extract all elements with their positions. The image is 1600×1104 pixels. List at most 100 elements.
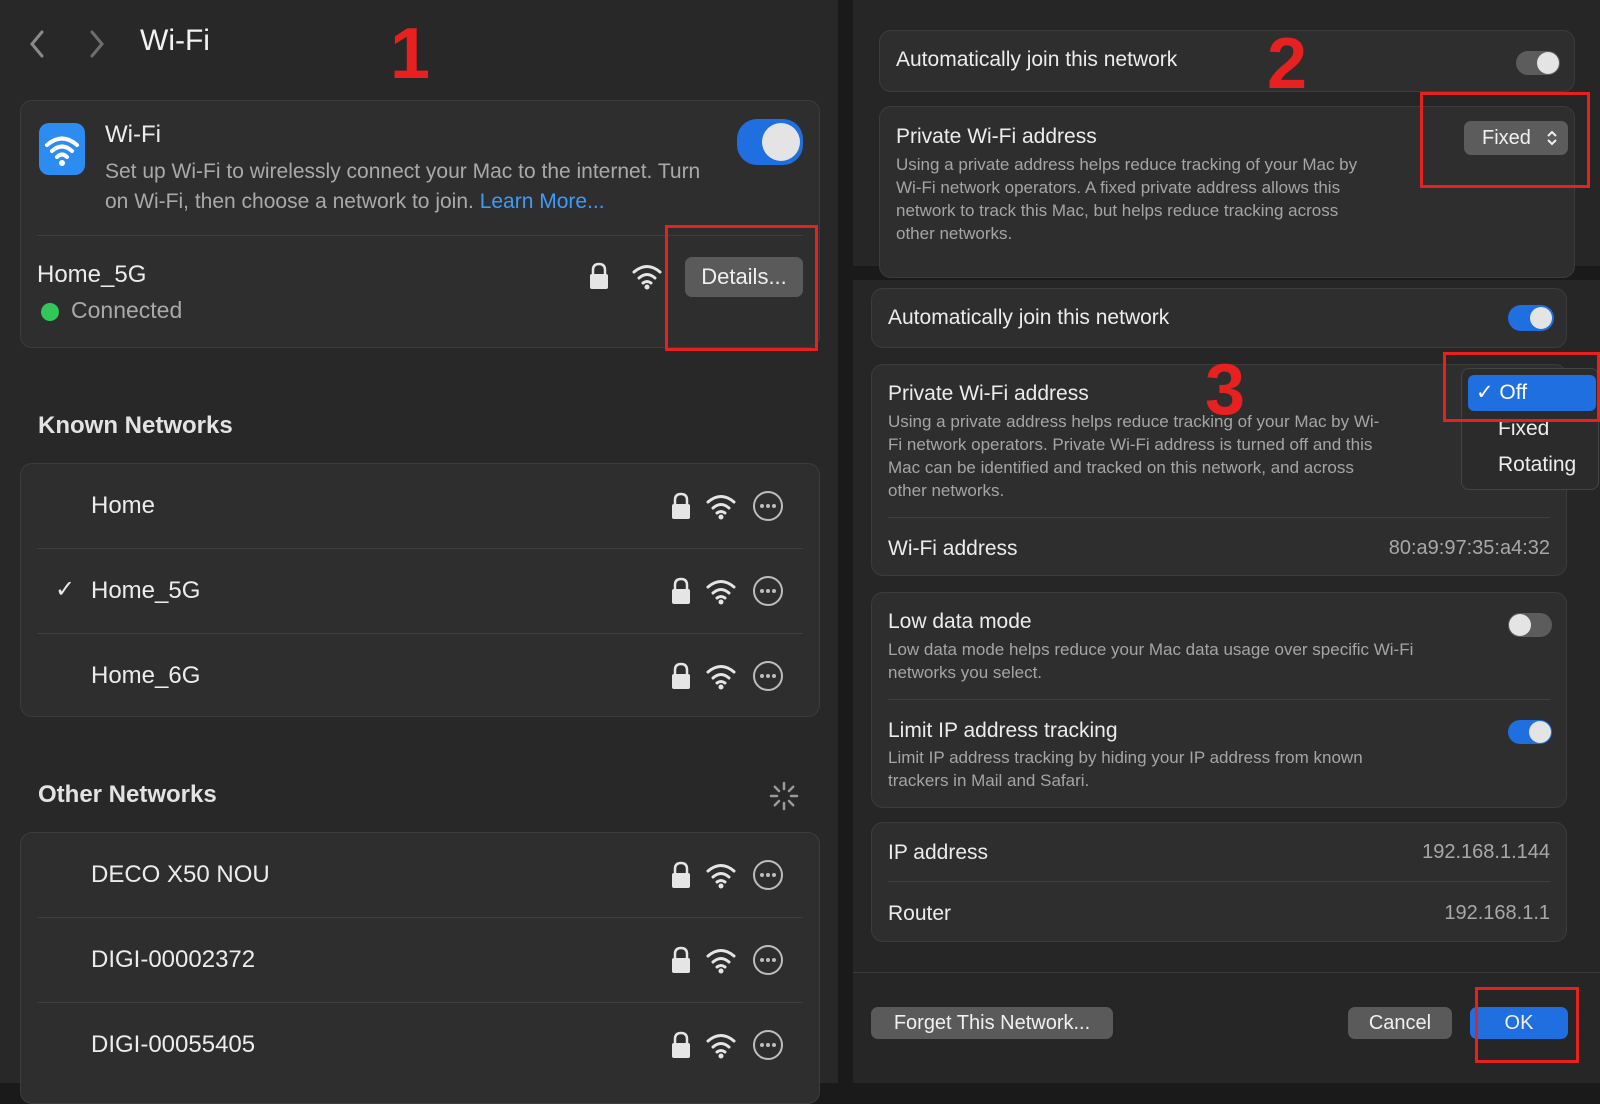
wifi-app-icon [39, 123, 85, 175]
data-options-card: Low data mode Low data mode helps reduce… [871, 592, 1567, 808]
router-value: 192.168.1.1 [1444, 902, 1550, 924]
lock-icon [669, 860, 693, 890]
known-networks-heading: Known Networks [38, 412, 233, 439]
annotation-box-ok [1475, 987, 1579, 1063]
private-address-description: Using a private address helps reduce tra… [896, 153, 1416, 245]
lock-icon [669, 491, 693, 521]
limit-ip-label: Limit IP address tracking [888, 719, 1118, 742]
divider [888, 881, 1550, 882]
description-line: Using a private address helps reduce tra… [888, 412, 1380, 431]
description-line: networks you select. [888, 663, 1043, 682]
wifi-signal-icon [705, 491, 737, 521]
wifi-signal-icon [705, 860, 737, 890]
description-line: other networks. [896, 224, 1013, 243]
wifi-signal-icon [631, 261, 663, 291]
learn-more-link[interactable]: Learn More... [480, 190, 605, 213]
list-item[interactable]: Home [21, 464, 819, 548]
more-options-icon[interactable] [752, 575, 784, 607]
more-options-icon[interactable] [752, 660, 784, 692]
network-name: DECO X50 NOU [91, 861, 270, 888]
ip-address-label: IP address [888, 841, 989, 864]
more-options-icon[interactable] [752, 944, 784, 976]
auto-join-toggle[interactable] [1516, 51, 1560, 75]
wifi-address-value: 80:a9:97:35:a4:32 [1388, 537, 1550, 559]
current-network-name: Home_5G [37, 261, 147, 288]
wifi-description-line: Set up Wi-Fi to wirelessly connect your … [105, 160, 701, 183]
toggle-knob [1537, 52, 1559, 74]
low-data-label: Low data mode [888, 610, 1032, 633]
network-name: Home_6G [91, 662, 201, 689]
network-name: DIGI-00002372 [91, 946, 256, 973]
more-options-icon[interactable] [752, 859, 784, 891]
toggle-knob [1529, 721, 1551, 743]
description-line: network to track this Mac, but helps red… [896, 201, 1339, 220]
list-item[interactable]: DIGI-00055405 [21, 1003, 819, 1087]
description-line: Wi-Fi network operators. A fixed private… [896, 178, 1341, 197]
checkmark: ✓ [55, 576, 76, 603]
wifi-signal-icon [705, 661, 737, 691]
auto-join-label: Automatically join this network [896, 48, 1178, 71]
description-line: Fi network operators. Private Wi-Fi addr… [888, 435, 1373, 454]
forget-network-button[interactable]: Forget This Network... [871, 1007, 1113, 1039]
router-label: Router [888, 902, 952, 925]
wifi-signal-icon [705, 1030, 737, 1060]
auto-join-row: Automatically join this network [879, 30, 1575, 92]
divider [888, 699, 1550, 700]
list-item[interactable]: DECO X50 NOU [21, 833, 819, 917]
wifi-description-line: on Wi-Fi, then choose a network to join. [105, 190, 474, 213]
limit-ip-description: Limit IP address tracking by hiding your… [888, 746, 1468, 792]
auto-join-row: Automatically join this network [871, 288, 1567, 348]
more-options-icon[interactable] [752, 490, 784, 522]
ip-info-card: IP address 192.168.1.144 Router 192.168.… [871, 822, 1567, 942]
page-title: Wi-Fi [140, 24, 210, 57]
other-networks-heading: Other Networks [38, 781, 217, 808]
lock-icon [669, 945, 693, 975]
ip-address-value: 192.168.1.144 [1422, 841, 1550, 863]
toggle-knob [1530, 307, 1552, 329]
known-networks-list: Home ✓ Home_5G Home_6G [20, 463, 820, 717]
wifi-label: Wi-Fi [105, 121, 161, 148]
private-address-label: Private Wi-Fi address [896, 125, 1097, 148]
annotation-box-fixed [1420, 92, 1590, 188]
wifi-toggle[interactable] [737, 119, 803, 165]
cancel-button[interactable]: Cancel [1348, 1007, 1452, 1039]
toggle-knob [762, 123, 800, 161]
low-data-description: Low data mode helps reduce your Mac data… [888, 638, 1468, 684]
network-details-fixed-panel: Automatically join this network Private … [853, 0, 1600, 278]
private-address-description: Using a private address helps reduce tra… [888, 410, 1448, 502]
lock-icon [669, 576, 693, 606]
lock-icon [587, 261, 611, 291]
description-line: trackers in Mail and Safari. [888, 771, 1090, 790]
loading-spinner-icon [769, 781, 799, 811]
description-line: other networks. [888, 481, 1005, 500]
lock-icon [669, 1030, 693, 1060]
divider [888, 517, 1550, 518]
list-item[interactable]: Home_6G [21, 634, 819, 716]
list-item[interactable]: DIGI-00002372 [21, 918, 819, 1002]
wifi-address-label: Wi-Fi address [888, 537, 1018, 560]
description-line: Mac can be identified and tracked on thi… [888, 458, 1354, 477]
network-details-off-panel: Automatically join this network Private … [853, 280, 1600, 1083]
low-data-toggle[interactable] [1508, 613, 1552, 637]
wifi-settings-panel: Wi-Fi 1 Wi-Fi Set up Wi-Fi to wirelessly… [0, 0, 838, 1104]
network-name: DIGI-00055405 [91, 1031, 256, 1058]
annotation-box-details [665, 225, 818, 351]
wifi-signal-icon [705, 576, 737, 606]
network-name: Home_5G [91, 577, 201, 604]
more-options-icon[interactable] [752, 1029, 784, 1061]
step-marker-1: 1 [390, 14, 431, 94]
divider [853, 972, 1600, 973]
back-chevron-icon[interactable] [18, 24, 58, 64]
dropdown-option-rotating[interactable]: Rotating [1498, 453, 1576, 477]
description-line: Low data mode helps reduce your Mac data… [888, 640, 1414, 659]
description-line: Limit IP address tracking by hiding your… [888, 748, 1363, 767]
toggle-knob [1509, 614, 1531, 636]
list-item[interactable]: ✓ Home_5G [21, 549, 819, 633]
forward-chevron-icon[interactable] [76, 24, 116, 64]
limit-ip-toggle[interactable] [1508, 720, 1552, 744]
description-line: Using a private address helps reduce tra… [896, 155, 1358, 174]
auto-join-label: Automatically join this network [888, 306, 1170, 329]
other-networks-list: DECO X50 NOU DIGI-00002372 DIGI-00055405 [20, 832, 820, 1104]
auto-join-toggle[interactable] [1508, 305, 1554, 331]
connected-dot-icon [41, 303, 59, 321]
